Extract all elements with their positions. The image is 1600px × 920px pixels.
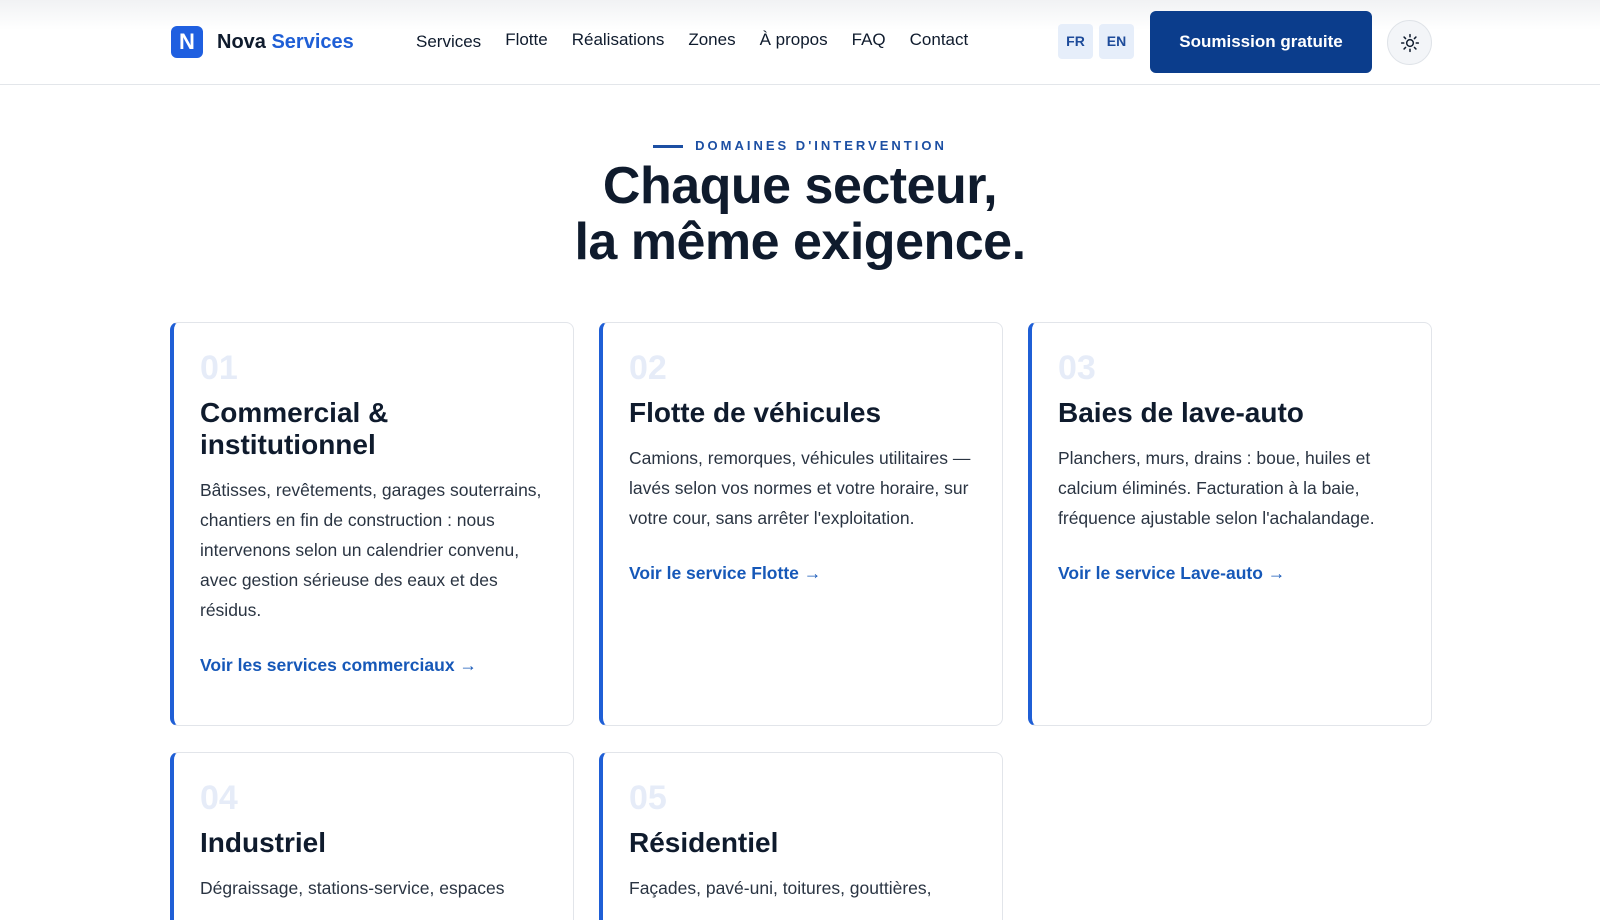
language-switcher: FR EN	[1058, 24, 1134, 59]
brand-name-main: Nova	[217, 30, 266, 53]
service-card-residentiel: 05 Résidentiel Façades, pavé-uni, toitur…	[599, 752, 1003, 920]
nav-a-propos[interactable]: À propos	[760, 30, 828, 52]
title-line-1: Chaque secteur,	[602, 157, 998, 215]
brand-name-accent: Services	[271, 30, 354, 53]
logo-icon: N	[171, 26, 203, 58]
lang-fr-button[interactable]: FR	[1058, 24, 1093, 59]
card-link-flotte[interactable]: Voir le service Flotte →	[629, 563, 821, 584]
eyebrow-dash	[653, 145, 684, 149]
logo[interactable]: N Nova Services	[171, 26, 354, 58]
card-description: Dégraissage, stations-service, espaces	[200, 878, 505, 898]
lang-en-button[interactable]: EN	[1099, 24, 1134, 59]
site-header: N Nova Services Services Flotte Réalisat…	[0, 0, 1600, 85]
card-title: Commercial & institutionnel	[200, 397, 389, 460]
card-number: 03	[1058, 349, 1096, 387]
nav-zones[interactable]: Zones	[688, 30, 735, 52]
card-number: 04	[200, 779, 238, 817]
eyebrow-text: DOMAINES D'INTERVENTION	[695, 138, 947, 153]
nav-contact[interactable]: Contact	[910, 30, 969, 52]
card-number: 05	[629, 779, 667, 817]
section-title: Chaque secteur, la même exigence.	[0, 158, 1600, 270]
sun-icon	[1400, 33, 1419, 52]
card-number: 02	[629, 349, 667, 387]
theme-toggle-button[interactable]	[1387, 20, 1432, 65]
main-nav: Services Flotte Réalisations Zones À pro…	[416, 30, 992, 52]
brand-name: Nova Services	[217, 31, 354, 54]
card-description: Planchers, murs, drains : boue, huiles e…	[1058, 448, 1375, 528]
card-title: Résidentiel	[629, 827, 779, 858]
free-quote-button[interactable]: Soumission gratuite	[1150, 11, 1372, 73]
nav-flotte[interactable]: Flotte	[505, 30, 548, 52]
service-card-industriel: 04 Industriel Dégraissage, stations-serv…	[170, 752, 574, 920]
nav-realisations[interactable]: Réalisations	[572, 30, 665, 52]
title-line-2: la même exigence.	[574, 213, 1026, 271]
card-description: Façades, pavé-uni, toitures, gouttières,	[629, 878, 932, 898]
card-title: Industriel	[200, 827, 327, 858]
nav-faq[interactable]: FAQ	[852, 30, 886, 52]
nav-services[interactable]: Services	[416, 32, 481, 52]
card-link-commercial[interactable]: Voir les services commerciaux →	[200, 655, 477, 676]
card-link-lave-auto[interactable]: Voir le service Lave-auto →	[1058, 563, 1285, 584]
card-title: Flotte de véhicules	[629, 397, 882, 428]
card-title: Baies de lave-auto	[1058, 397, 1304, 428]
service-card-commercial: 01 Commercial & institutionnel Bâtisses,…	[170, 322, 574, 726]
service-card-flotte: 02 Flotte de véhicules Camions, remorque…	[599, 322, 1003, 726]
card-description: Camions, remorques, véhicules utilitaire…	[629, 448, 971, 528]
card-number: 01	[200, 349, 238, 387]
section-eyebrow: DOMAINES D'INTERVENTION	[0, 138, 1600, 153]
service-card-lave-auto: 03 Baies de lave-auto Planchers, murs, d…	[1028, 322, 1432, 726]
card-description: Bâtisses, revêtements, garages souterrai…	[200, 480, 542, 620]
